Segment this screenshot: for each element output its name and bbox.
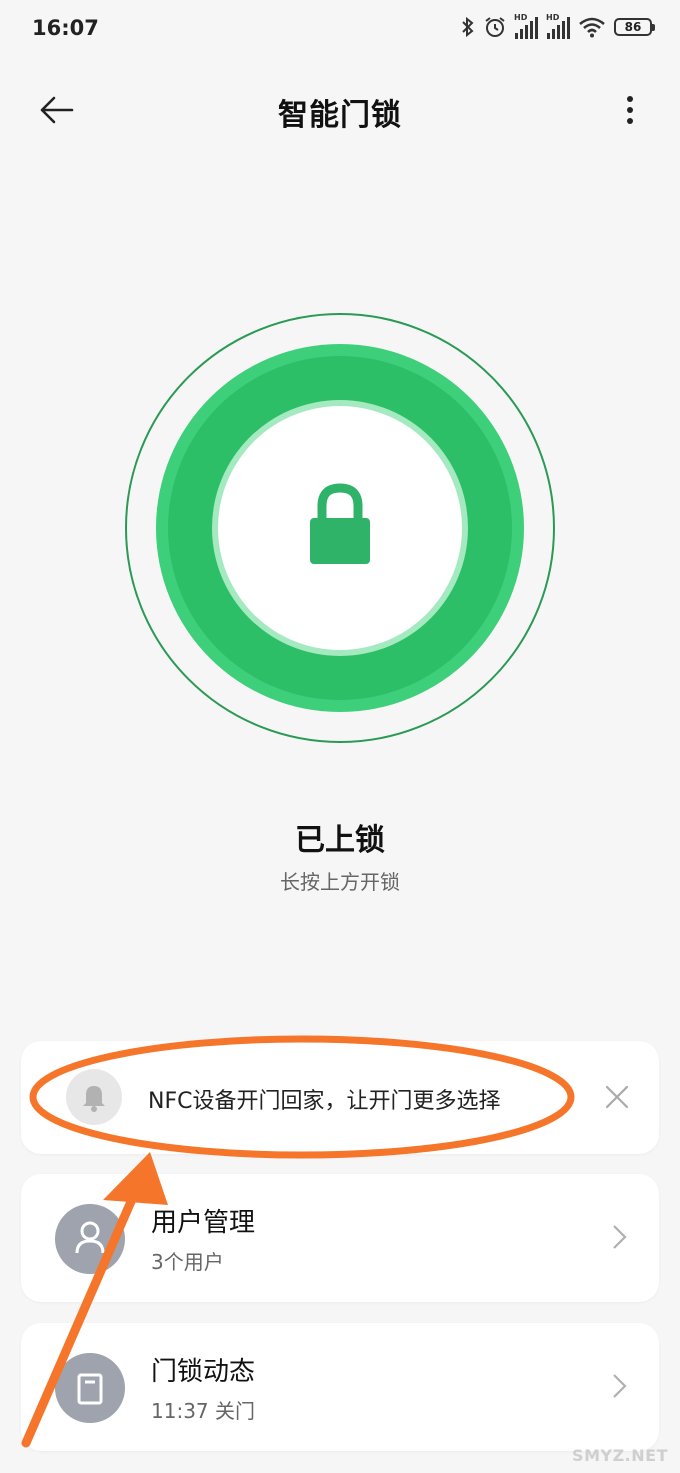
status-icons: HD HD 86 — [461, 13, 655, 39]
bell-icon-badge — [66, 1069, 122, 1125]
signal-icon: HD — [546, 13, 570, 39]
lock-dial-button[interactable] — [124, 312, 556, 744]
chevron-right-icon — [613, 1225, 627, 1249]
user-icon-badge — [55, 1204, 125, 1274]
user-management-title: 用户管理 — [151, 1208, 256, 1238]
document-icon — [77, 1373, 103, 1405]
hd-label: HD — [546, 13, 560, 22]
lock-hint-label: 长按上方开锁 — [280, 870, 400, 894]
close-icon — [605, 1085, 629, 1109]
top-bar: 智能门锁 — [0, 70, 680, 150]
chevron-right-icon — [613, 1374, 627, 1398]
lock-status-label: 已上锁 — [295, 823, 385, 858]
watermark: SMYZ.NET — [572, 1446, 668, 1465]
bell-icon — [83, 1086, 105, 1112]
nfc-notice-card[interactable]: NFC设备开门回家，让开门更多选择 — [21, 1041, 659, 1154]
bluetooth-icon — [462, 16, 474, 38]
more-vertical-icon — [627, 96, 633, 124]
status-time: 16:07 — [32, 16, 99, 40]
lock-activity-title: 门锁动态 — [151, 1357, 256, 1387]
lock-dial-graphic — [125, 313, 555, 743]
user-management-card[interactable]: 用户管理 3个用户 — [21, 1174, 659, 1302]
close-notice-button[interactable] — [601, 1081, 633, 1113]
page-title: 智能门锁 — [278, 98, 402, 133]
lock-activity-card[interactable]: 门锁动态 11:37 关门 — [21, 1323, 659, 1451]
more-button[interactable] — [610, 90, 650, 134]
signal-icon: HD — [514, 13, 538, 39]
battery-level: 86 — [624, 20, 642, 34]
alarm-icon — [485, 17, 505, 37]
hd-label: HD — [514, 13, 528, 22]
battery-icon: 86 — [614, 18, 655, 36]
lock-activity-latest: 11:37 关门 — [151, 1399, 255, 1423]
wifi-icon — [579, 17, 605, 38]
status-bar: 16:07 HD HD 86 — [0, 0, 680, 60]
user-count-label: 3个用户 — [151, 1250, 224, 1274]
user-icon — [75, 1221, 105, 1254]
nfc-notice-text: NFC设备开门回家，让开门更多选择 — [148, 1089, 501, 1114]
document-icon-badge — [55, 1353, 125, 1423]
